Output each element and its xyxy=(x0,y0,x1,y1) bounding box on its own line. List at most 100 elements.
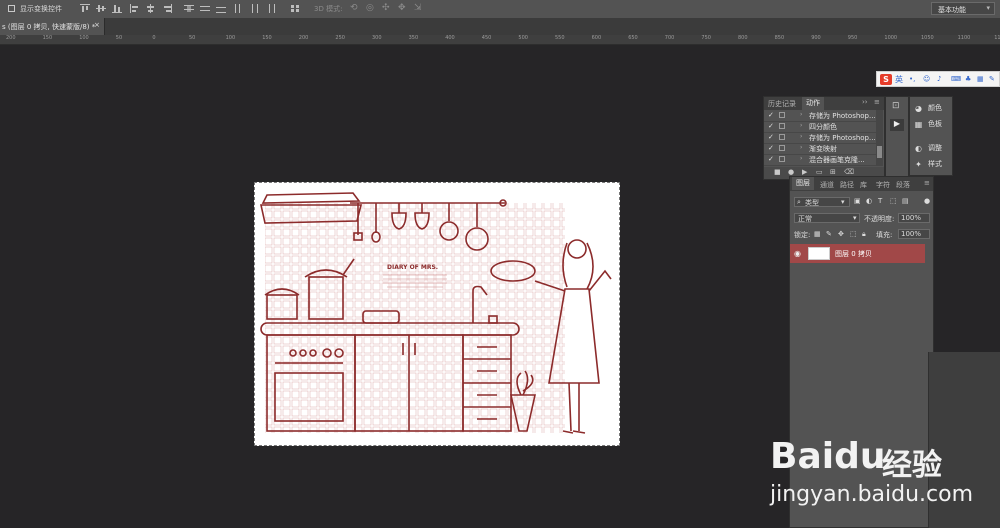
auto-align-icon[interactable] xyxy=(290,4,300,13)
horizontal-ruler[interactable]: 200 150 100 50 0 50 100 150 200 250 300 350 400 450 50… xyxy=(0,35,1000,45)
diary-title: DIARY OF MRS. xyxy=(387,264,438,271)
3d-roll-icon[interactable]: ◎ xyxy=(366,3,374,13)
wrench-icon[interactable]: ✎ xyxy=(989,75,995,83)
microphone-icon[interactable]: ♪ xyxy=(937,75,941,83)
delete-icon[interactable]: ⌫ xyxy=(844,168,854,176)
document-tab[interactable]: s (图层 0 拷贝, 快速蒙版/8) * × xyxy=(0,18,105,35)
ime-mode[interactable]: 英 xyxy=(895,74,903,85)
lock-position-icon[interactable]: ✥ xyxy=(838,230,844,238)
lock-all-icon[interactable]: 🔒︎ xyxy=(862,230,866,239)
document-canvas[interactable]: DIARY OF MRS. xyxy=(254,182,620,446)
history-icon[interactable]: ⊡ xyxy=(892,101,900,111)
filter-toggle-icon[interactable]: ● xyxy=(924,197,930,205)
tab-paragraph[interactable]: 段落 xyxy=(896,180,910,190)
panel-menu-icon[interactable]: ≡ xyxy=(924,179,930,187)
check-icon[interactable]: ✓ xyxy=(768,133,774,141)
actions-scrollbar[interactable] xyxy=(876,110,883,166)
blend-mode-select[interactable]: 正常 ▾ xyxy=(794,213,860,223)
tab-channels[interactable]: 通道 xyxy=(820,180,834,190)
3d-slide-icon[interactable]: ✥ xyxy=(398,3,406,13)
layer-name: 图层 0 拷贝 xyxy=(835,250,872,258)
distribute-bottom-icon[interactable] xyxy=(216,4,226,13)
tab-layers[interactable]: 图层 xyxy=(792,177,814,190)
chevron-right-icon[interactable]: › xyxy=(800,133,802,140)
new-set-icon[interactable]: ▭ xyxy=(816,168,823,176)
new-action-icon[interactable]: ⊞ xyxy=(830,168,836,176)
play-icon[interactable]: ▶ xyxy=(802,168,807,176)
check-icon[interactable]: ✓ xyxy=(768,111,774,119)
distribute-vcenter-icon[interactable] xyxy=(200,4,210,13)
align-vcenter-icon[interactable] xyxy=(96,4,106,13)
dialog-toggle[interactable] xyxy=(779,134,785,140)
toolbox-icon[interactable]: ▦ xyxy=(977,75,984,83)
tab-history[interactable]: 历史记录 xyxy=(768,99,796,109)
panel-styles[interactable]: ✦ 样式 xyxy=(914,159,942,169)
collapse-icon[interactable]: ›› xyxy=(862,98,868,106)
align-top-icon[interactable] xyxy=(80,4,90,13)
lock-artboard-icon[interactable]: ⬚ xyxy=(850,230,857,238)
lock-transparent-icon[interactable]: ▦ xyxy=(814,230,821,238)
tab-actions[interactable]: 动作 xyxy=(802,97,824,110)
actions-play-icon[interactable]: ▶ xyxy=(890,119,904,131)
align-left-icon[interactable] xyxy=(130,4,140,13)
filter-type-icon[interactable]: T xyxy=(878,197,882,205)
distribute-hcenter-icon[interactable] xyxy=(250,4,260,13)
ruler-tick: 700 xyxy=(664,35,675,41)
dialog-toggle[interactable] xyxy=(779,112,785,118)
check-icon[interactable]: ✓ xyxy=(768,155,774,163)
keyboard-icon[interactable]: ⌨ xyxy=(951,75,961,83)
show-transform-checkbox[interactable] xyxy=(8,5,15,12)
panel-adjustments[interactable]: ◐ 调整 xyxy=(914,143,942,153)
ime-toolbar[interactable]: S 英 •, ☺ ♪ ⌨ ♣ ▦ ✎ xyxy=(876,71,1000,87)
record-icon[interactable]: ● xyxy=(788,168,794,176)
tab-paths[interactable]: 路径 xyxy=(840,180,854,190)
chevron-right-icon[interactable]: › xyxy=(800,122,802,129)
punctuation-icon[interactable]: •, xyxy=(909,75,915,83)
filter-adjust-icon[interactable]: ◐ xyxy=(866,197,872,205)
distribute-right-icon[interactable] xyxy=(266,4,276,13)
ruler-tick: 1150 xyxy=(994,35,1000,41)
ruler-tick: 0 xyxy=(152,35,156,41)
stop-icon[interactable]: ■ xyxy=(774,168,781,176)
close-tab-icon[interactable]: × xyxy=(94,21,100,29)
filter-shape-icon[interactable]: ⬚ xyxy=(890,197,897,205)
filter-kind-select[interactable]: ⌕ 类型 ▾ xyxy=(794,197,850,207)
emoji-icon[interactable]: ☺ xyxy=(923,75,930,83)
search-icon: ⌕ xyxy=(797,198,801,206)
lock-image-icon[interactable]: ✎ xyxy=(826,230,832,238)
align-hcenter-icon[interactable] xyxy=(146,4,156,13)
3d-drag-icon[interactable]: ✣ xyxy=(382,3,390,13)
action-label: 存储为 Photoshop... xyxy=(809,112,875,120)
watermark-cn: 经验 xyxy=(882,448,942,483)
align-bottom-icon[interactable] xyxy=(112,4,122,13)
3d-scale-icon[interactable]: ⇲ xyxy=(414,3,422,13)
layer-row[interactable]: ◉ 图层 0 拷贝 xyxy=(790,244,925,263)
check-icon[interactable]: ✓ xyxy=(768,144,774,152)
workspace-select[interactable]: 基本功能 ▾ xyxy=(931,2,995,15)
chevron-right-icon[interactable]: › xyxy=(800,144,802,151)
distribute-left-icon[interactable] xyxy=(234,4,244,13)
tab-libraries[interactable]: 库 xyxy=(860,180,867,190)
filter-smart-icon[interactable]: ▤ xyxy=(902,197,909,205)
skin-icon[interactable]: ♣ xyxy=(965,75,971,83)
dialog-toggle[interactable] xyxy=(779,123,785,129)
opacity-field[interactable]: 100% xyxy=(898,213,930,223)
chevron-right-icon[interactable]: › xyxy=(800,111,802,118)
chevron-down-icon: ▾ xyxy=(986,4,990,12)
3d-rotate-icon[interactable]: ⟲ xyxy=(350,3,358,13)
dialog-toggle[interactable] xyxy=(779,156,785,162)
filter-pixel-icon[interactable]: ▣ xyxy=(854,197,861,205)
eye-icon[interactable]: ◉ xyxy=(794,249,801,258)
ruler-tick: 900 xyxy=(811,35,821,41)
check-icon[interactable]: ✓ xyxy=(768,122,774,130)
tab-character[interactable]: 字符 xyxy=(876,180,890,190)
panel-menu-icon[interactable]: ≡ xyxy=(874,98,880,106)
action-item[interactable]: ✓ › 混合器画笔克隆... xyxy=(764,154,876,166)
dialog-toggle[interactable] xyxy=(779,145,785,151)
panel-swatches[interactable]: ▦ 色板 xyxy=(914,119,942,129)
distribute-top-icon[interactable] xyxy=(184,4,194,13)
panel-color[interactable]: ◕ 颜色 xyxy=(914,103,942,113)
align-right-icon[interactable] xyxy=(162,4,172,13)
fill-field[interactable]: 100% xyxy=(898,229,930,239)
chevron-right-icon[interactable]: › xyxy=(800,155,802,162)
